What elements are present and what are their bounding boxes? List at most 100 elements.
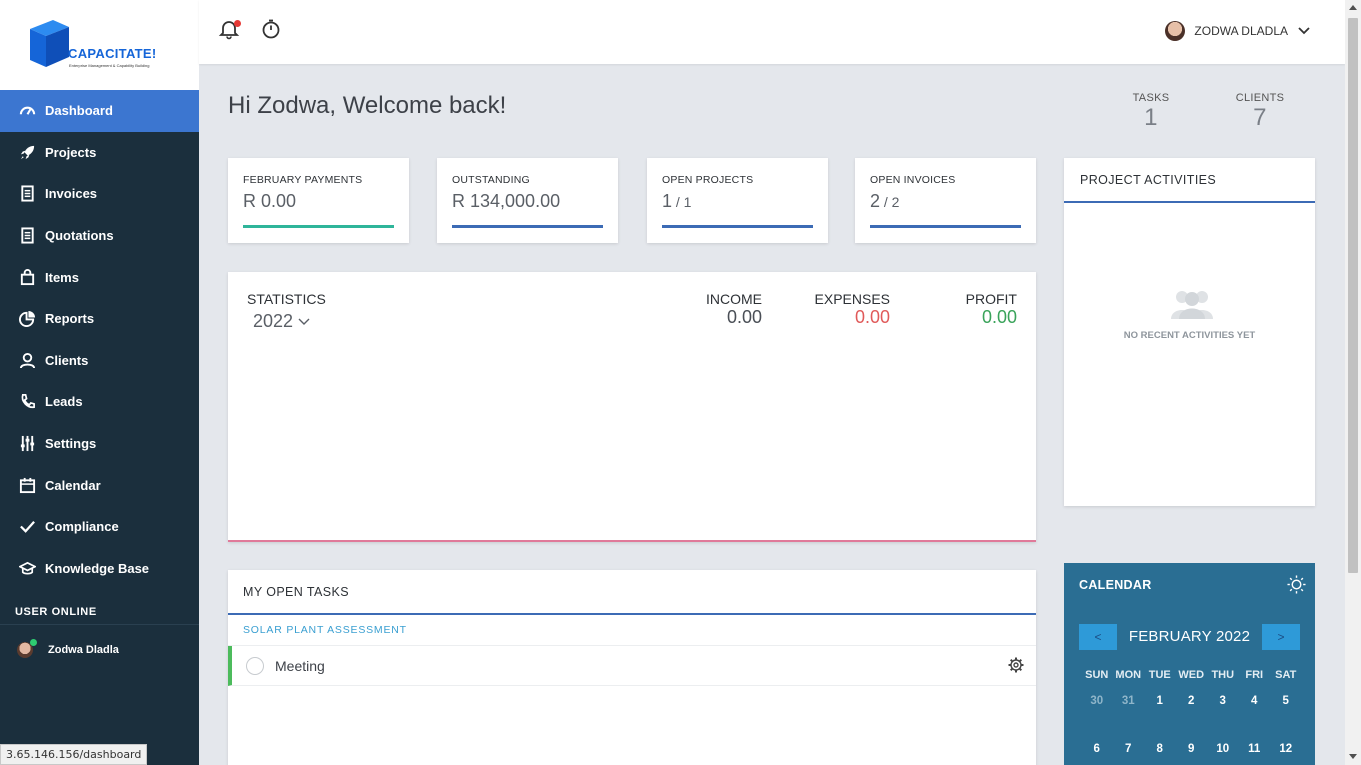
user-menu-name: ZODWA DLADLA [1194, 24, 1288, 38]
calendar-widget: CALENDAR < FEBRUARY 2022 > SUN MON TUE W… [1064, 563, 1315, 765]
calendar-day[interactable]: 12 [1270, 733, 1302, 765]
timer-icon[interactable] [260, 18, 282, 40]
calendar-day[interactable]: 1 [1144, 685, 1176, 733]
card-label: OPEN PROJECTS [662, 174, 754, 186]
sidebar: CAPACITATE! Enterprise Management & Capa… [0, 0, 199, 765]
task-row[interactable]: Meeting [228, 646, 1036, 686]
sidebar-item-settings[interactable]: Settings [0, 423, 199, 465]
card-label: OUTSTANDING [452, 174, 530, 186]
card-progress-bar [870, 225, 1021, 228]
notification-dot [234, 20, 241, 27]
graduation-cap-icon [18, 559, 36, 577]
user-menu[interactable]: ZODWA DLADLA [1165, 21, 1310, 41]
clients-counter[interactable]: CLIENTS 7 [1232, 92, 1288, 131]
calendar-weekday: TUE [1148, 669, 1171, 681]
chevron-down-icon [298, 318, 310, 325]
topbar: ZODWA DLADLA [199, 0, 1345, 64]
document-icon [18, 227, 36, 245]
brand-name: CAPACITATE! [68, 46, 157, 61]
online-user[interactable]: Zodwa Dladla [0, 625, 199, 675]
sidebar-item-label: Compliance [45, 519, 119, 535]
tasks-counter[interactable]: TASKS 1 [1128, 92, 1174, 131]
card-label: FEBRUARY PAYMENTS [243, 174, 363, 186]
expenses-value: 0.00 [854, 307, 890, 327]
expenses-metric: EXPENSES 0.00 [815, 291, 890, 328]
sidebar-item-clients[interactable]: Clients [0, 340, 199, 382]
sidebar-item-invoices[interactable]: Invoices [0, 173, 199, 215]
card-label: OPEN INVOICES [870, 174, 956, 186]
sidebar-item-label: Leads [45, 394, 83, 410]
calendar-weekday: THU [1211, 669, 1235, 681]
card-value: 2 / 2 [870, 191, 900, 211]
calendar-day[interactable]: 11 [1239, 733, 1271, 765]
notification-bell-icon[interactable] [218, 18, 241, 40]
gear-icon[interactable] [1008, 657, 1024, 673]
project-activities-title: PROJECT ACTIVITIES [1064, 158, 1315, 203]
logo[interactable]: CAPACITATE! Enterprise Management & Capa… [0, 0, 199, 90]
calendar-day[interactable]: 2 [1176, 685, 1208, 733]
task-complete-checkbox[interactable] [246, 656, 264, 675]
card-outstanding[interactable]: OUTSTANDING R 134,000.00 [437, 158, 618, 243]
sidebar-item-reports[interactable]: Reports [0, 298, 199, 340]
calendar-day[interactable]: 31 [1113, 685, 1145, 733]
bag-icon [18, 268, 36, 286]
calendar-weekday: FRI [1245, 669, 1264, 681]
calendar-day[interactable]: 9 [1176, 733, 1208, 765]
year-select-value: 2022 [253, 311, 294, 331]
calendar-day[interactable]: 3 [1207, 685, 1239, 733]
sidebar-item-compliance[interactable]: Compliance [0, 506, 199, 548]
sidebar-item-label: Clients [45, 352, 89, 368]
sliders-icon [18, 435, 36, 453]
sidebar-item-items[interactable]: Items [0, 256, 199, 298]
tasks-counter-value: 1 [1144, 104, 1158, 131]
calendar-day[interactable]: 6 [1081, 733, 1113, 765]
sidebar-item-leads[interactable]: Leads [0, 381, 199, 423]
sidebar-item-knowledge-base[interactable]: Knowledge Base [0, 548, 199, 590]
task-project-link[interactable]: SOLAR PLANT ASSESSMENT [228, 615, 1036, 646]
avatar [1165, 21, 1186, 41]
sidebar-item-calendar[interactable]: Calendar [0, 464, 199, 506]
calendar-day[interactable]: 30 [1081, 685, 1113, 733]
sidebar-item-label: Quotations [45, 228, 114, 244]
income-metric: INCOME 0.00 [706, 291, 762, 328]
calendar-weekday: MON [1115, 669, 1142, 681]
calendar-weekday: SAT [1275, 669, 1297, 681]
calendar-next-button[interactable]: > [1262, 624, 1300, 650]
sidebar-item-label: Knowledge Base [45, 560, 150, 576]
status-bar-url: 3.65.146.156/dashboard [0, 744, 148, 765]
year-select[interactable]: 2022 [253, 311, 310, 332]
empty-activities-text: NO RECENT ACTIVITIES YET [1123, 330, 1256, 341]
card-progress-bar [452, 225, 603, 228]
page-scrollbar[interactable] [1345, 0, 1361, 765]
sun-icon[interactable] [1287, 575, 1306, 594]
sidebar-item-projects[interactable]: Projects [0, 132, 199, 174]
sidebar-item-label: Reports [45, 311, 95, 327]
page-title: Hi Zodwa, Welcome back! [228, 92, 507, 119]
card-progress-bar [243, 225, 394, 228]
calendar-weekday: SUN [1085, 669, 1109, 681]
card-open-projects[interactable]: OPEN PROJECTS 1 / 1 [647, 158, 828, 243]
sidebar-item-dashboard[interactable]: Dashboard [0, 90, 199, 132]
income-label: INCOME [706, 291, 762, 307]
sidebar-item-label: Invoices [45, 186, 98, 202]
calendar-day[interactable]: 10 [1207, 733, 1239, 765]
sidebar-item-quotations[interactable]: Quotations [0, 215, 199, 257]
avatar [17, 639, 37, 659]
statistics-title: STATISTICS [247, 291, 326, 307]
scroll-up-arrow-icon[interactable] [1349, 5, 1357, 10]
users-icon [1171, 291, 1213, 319]
clients-counter-value: 7 [1253, 104, 1267, 131]
calendar-day[interactable]: 5 [1270, 685, 1302, 733]
profit-label: PROFIT [965, 291, 1017, 307]
project-activities-panel: PROJECT ACTIVITIES NO RECENT ACTIVITIES … [1064, 158, 1315, 506]
calendar-title: CALENDAR [1064, 563, 1315, 607]
task-name: Meeting [275, 657, 325, 674]
calendar-day[interactable]: 8 [1144, 733, 1176, 765]
scroll-down-arrow-icon[interactable] [1349, 754, 1357, 759]
card-value: 1 / 1 [662, 191, 692, 211]
card-open-invoices[interactable]: OPEN INVOICES 2 / 2 [855, 158, 1036, 243]
card-february-payments[interactable]: FEBRUARY PAYMENTS R 0.00 [228, 158, 409, 243]
calendar-day[interactable]: 7 [1113, 733, 1145, 765]
calendar-day[interactable]: 4 [1239, 685, 1271, 733]
scrollbar-thumb[interactable] [1348, 18, 1358, 573]
